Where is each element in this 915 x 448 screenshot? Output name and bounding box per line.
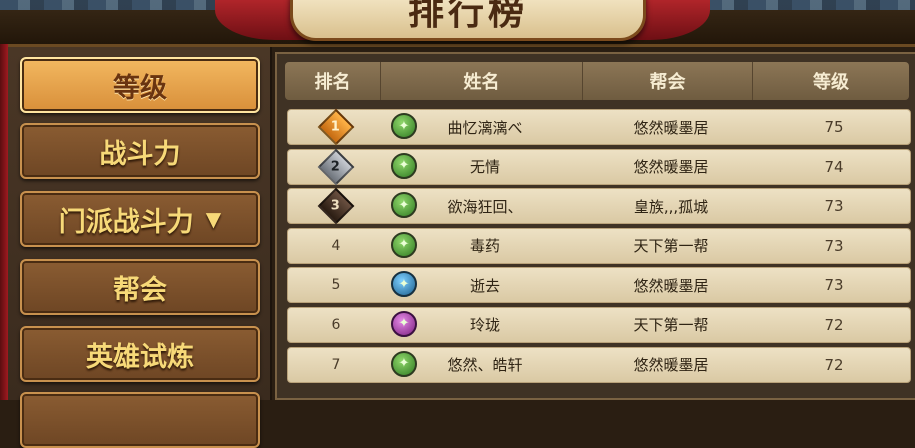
- header-guild[interactable]: 帮会: [583, 62, 753, 100]
- rank-cell: 2: [288, 148, 384, 185]
- sidebar-item-label: 帮会: [113, 274, 167, 306]
- dropdown-arrow-icon: ▼: [205, 207, 222, 231]
- table-row[interactable]: 5 ✦ 逝去 悠然暖墨居 73: [287, 267, 911, 304]
- sidebar-item-hero-trial[interactable]: 英雄试炼: [20, 326, 260, 382]
- player-name[interactable]: 逝去: [470, 275, 500, 296]
- guild-cell: 皇族,,,孤城: [633, 197, 709, 216]
- sidebar-item-next[interactable]: [20, 392, 260, 448]
- player-name[interactable]: 悠然、皓轩: [447, 354, 522, 375]
- bronze-medal-icon: 3: [317, 187, 355, 225]
- rank-number: 4: [331, 237, 341, 254]
- name-cell: ✦ 玲珑: [384, 308, 586, 342]
- sidebar-item-label: 战斗力: [99, 138, 181, 170]
- header-rank[interactable]: 排名: [285, 62, 381, 100]
- player-name[interactable]: 无情: [470, 156, 500, 177]
- guild-cell: 悠然暖墨居: [633, 356, 709, 375]
- rank-number: 3: [331, 198, 341, 214]
- green-class-icon: ✦: [391, 350, 417, 377]
- page-title: 排行榜: [407, 0, 528, 33]
- name-cell: ✦ 悠然、皓轩: [384, 348, 586, 382]
- rank-number: 6: [331, 316, 341, 333]
- name-cell: ✦ 无情: [384, 150, 586, 184]
- rank-cell: 7: [288, 348, 384, 382]
- player-name[interactable]: 毒药: [470, 235, 500, 256]
- header-level[interactable]: 等级: [753, 62, 909, 100]
- green-class-icon: ✦: [391, 152, 417, 179]
- sidebar-item-label: 英雄试炼: [86, 341, 194, 373]
- table-row[interactable]: 1 ✦ 曲忆漓漓べ 悠然暖墨居 75: [287, 108, 911, 146]
- level-cell: 73: [824, 236, 844, 255]
- rank-number: 1: [331, 119, 341, 135]
- ranking-table: 排名 姓名 帮会 等级 1 ✦ 曲忆漓漓べ 悠然暖墨居 75 2 ✦ 无情 悠然暖墨居 74 3 ✦ 欲…: [275, 52, 915, 400]
- sidebar-item-sect-combat-power[interactable]: 门派战斗力 ▼: [20, 191, 260, 247]
- green-class-icon: ✦: [391, 192, 417, 219]
- sidebar-item-level[interactable]: 等级: [20, 57, 260, 113]
- table-body: 1 ✦ 曲忆漓漓べ 悠然暖墨居 75 2 ✦ 无情 悠然暖墨居 74 3 ✦ 欲海狂回、 皇族,,,孤城 7…: [287, 108, 911, 386]
- left-edge-decoration: [0, 44, 8, 400]
- table-header: 排名 姓名 帮会 等级: [285, 62, 909, 100]
- level-cell: 73: [824, 197, 844, 216]
- guild-cell: 悠然暖墨居: [633, 158, 709, 177]
- guild-cell: 悠然暖墨居: [633, 118, 709, 137]
- rank-cell: 5: [288, 268, 384, 302]
- guild-cell: 悠然暖墨居: [633, 276, 709, 295]
- guild-cell: 天下第一帮: [633, 316, 709, 335]
- sidebar-item-combat-power[interactable]: 战斗力: [20, 123, 260, 179]
- green-class-icon: ✦: [391, 113, 417, 139]
- rank-number: 2: [331, 159, 341, 175]
- title-plate: 排行榜: [290, 0, 646, 41]
- level-cell: 74: [824, 157, 844, 176]
- green-class-icon: ✦: [391, 231, 417, 258]
- level-cell: 72: [824, 315, 844, 334]
- guild-cell: 天下第一帮: [633, 237, 709, 256]
- player-name[interactable]: 欲海狂回、: [447, 196, 522, 217]
- level-cell: 75: [824, 118, 844, 136]
- rank-cell: 6: [288, 308, 384, 342]
- rank-cell: 3: [288, 187, 384, 225]
- player-name[interactable]: 曲忆漓漓べ: [447, 117, 522, 138]
- name-cell: ✦ 逝去: [384, 268, 586, 302]
- purple-class-icon: ✦: [391, 310, 417, 337]
- gold-medal-icon: 1: [317, 108, 355, 146]
- sidebar-item-guild[interactable]: 帮会: [20, 259, 260, 315]
- rank-number: 7: [331, 356, 341, 373]
- rank-number: 5: [331, 277, 341, 294]
- header-name[interactable]: 姓名: [381, 62, 583, 100]
- sidebar: 等级 战斗力 门派战斗力 ▼ 帮会 英雄试炼: [8, 47, 272, 448]
- rank-cell: 1: [288, 108, 384, 146]
- table-row[interactable]: 2 ✦ 无情 悠然暖墨居 74: [287, 148, 911, 185]
- level-cell: 72: [824, 355, 844, 374]
- blue-class-icon: ✦: [391, 271, 417, 298]
- table-row[interactable]: 4 ✦ 毒药 天下第一帮 73: [287, 227, 911, 264]
- rank-cell: 4: [288, 229, 384, 263]
- table-row[interactable]: 6 ✦ 玲珑 天下第一帮 72: [287, 306, 911, 343]
- level-cell: 73: [824, 276, 844, 295]
- table-row[interactable]: 7 ✦ 悠然、皓轩 悠然暖墨居 72: [287, 346, 911, 383]
- silver-medal-icon: 2: [317, 148, 355, 185]
- name-cell: ✦ 毒药: [384, 229, 586, 263]
- player-name[interactable]: 玲珑: [470, 314, 500, 335]
- sidebar-item-label: 等级: [113, 72, 167, 104]
- name-cell: ✦ 曲忆漓漓べ: [384, 110, 586, 144]
- name-cell: ✦ 欲海狂回、: [384, 189, 586, 223]
- sidebar-item-label: 门派战斗力: [58, 206, 194, 238]
- table-row[interactable]: 3 ✦ 欲海狂回、 皇族,,,孤城 73: [287, 187, 911, 225]
